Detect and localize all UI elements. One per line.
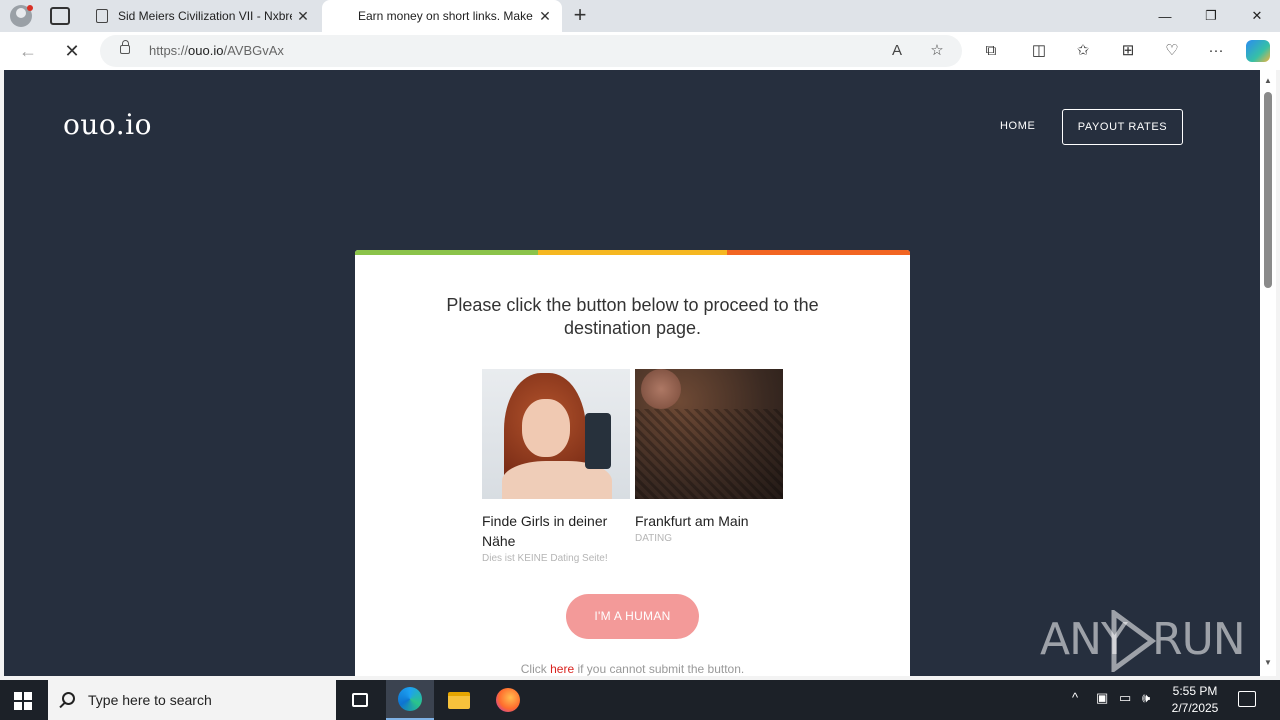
clock-time: 5:55 PM [1172, 684, 1218, 698]
browser-tabstrip: Sid Meiers Civilization VII - Nxbre ✕ Ea… [0, 0, 1280, 32]
nav-payout-rates-button[interactable]: PAYOUT RATES [1062, 109, 1183, 145]
minimize-icon[interactable]: — [1142, 0, 1188, 32]
url-text[interactable]: https://ouo.io/AVBGvAx [149, 43, 284, 58]
browser-essentials-icon[interactable]: ♡ [1161, 40, 1183, 62]
restore-icon[interactable]: ❐ [1188, 0, 1234, 32]
ad-tile[interactable]: Frankfurt am Main DATING [635, 369, 783, 544]
scroll-thumb[interactable] [1264, 92, 1272, 288]
stripe-green [355, 250, 538, 255]
scroll-up-icon[interactable]: ▲ [1264, 76, 1272, 85]
ad-tile[interactable]: Finde Girls in deiner Nähe Dies ist KEIN… [482, 369, 630, 564]
task-view-icon [352, 693, 368, 707]
clock-date: 2/7/2025 [1171, 701, 1219, 715]
stop-loading-icon[interactable]: ✕ [60, 39, 84, 63]
close-icon[interactable]: ✕ [292, 8, 314, 25]
tray-chevron-up-icon[interactable]: ^ [1072, 690, 1078, 705]
close-icon[interactable]: ✕ [534, 8, 556, 25]
taskbar-clock[interactable]: 5:55 PM 2/7/2025 [1166, 683, 1224, 717]
tray-device-icon[interactable]: ▣ [1096, 690, 1108, 706]
ad-subtitle: DATING [635, 533, 673, 544]
new-tab-icon[interactable]: + [570, 4, 590, 28]
ad-image[interactable] [482, 369, 630, 499]
extensions-icon[interactable]: ⧉ [980, 40, 1002, 62]
window-close-icon[interactable]: ✕ [1234, 0, 1280, 32]
stripe-yellow [538, 250, 727, 255]
ad-image[interactable] [635, 369, 783, 499]
page-icon [96, 9, 108, 23]
tab-civilization[interactable]: Sid Meiers Civilization VII - Nxbre ✕ [84, 0, 320, 32]
edge-icon [398, 687, 422, 711]
anyrun-watermark: ANY RUN [1040, 610, 1246, 672]
favorite-star-icon[interactable]: ☆ [926, 40, 948, 62]
play-logo-icon [1111, 610, 1156, 672]
tab-ouo-active[interactable]: Earn money on short links. Make ✕ [322, 0, 562, 32]
search-placeholder: Type here to search [88, 692, 212, 708]
folder-icon [448, 691, 470, 709]
notifications-icon[interactable] [1238, 691, 1256, 707]
task-view-button[interactable] [336, 680, 384, 720]
more-menu-icon[interactable]: ··· [1205, 40, 1227, 62]
split-screen-icon[interactable]: ◫ [1028, 40, 1050, 62]
collections-icon[interactable]: ⊞ [1117, 40, 1139, 62]
page-viewport: ouo.io HOME PAYOUT RATES Please click th… [4, 70, 1260, 676]
nav-home-link[interactable]: HOME [1000, 120, 1035, 132]
fallback-here-link[interactable]: here [550, 662, 574, 676]
tab-title: Earn money on short links. Make [358, 9, 533, 23]
ad-subtitle: Dies ist KEINE Dating Seite! [482, 553, 608, 564]
proceed-headline: Please click the button below to proceed… [446, 295, 819, 338]
firefox-button[interactable] [484, 680, 532, 720]
fallback-note: Click here if you cannot submit the butt… [520, 662, 745, 676]
read-aloud-icon[interactable]: A [886, 40, 908, 62]
favorites-icon[interactable]: ✩ [1072, 40, 1094, 62]
volume-icon[interactable]: 🕪 [1142, 690, 1150, 706]
stripe-orange [727, 250, 910, 255]
tab-title: Sid Meiers Civilization VII - Nxbre [118, 9, 292, 23]
proceed-card: Please click the button below to proceed… [355, 250, 910, 676]
copilot-icon[interactable] [1246, 40, 1270, 62]
page-scrollbar[interactable]: ▲ ▼ [1260, 70, 1276, 676]
lock-icon[interactable] [120, 40, 130, 54]
back-arrow-icon[interactable]: ← [16, 39, 40, 63]
im-a-human-button[interactable]: I'M A HUMAN [566, 594, 699, 639]
network-icon[interactable]: ▭ [1119, 690, 1131, 706]
tab-actions-icon[interactable] [50, 7, 70, 25]
taskbar-search[interactable]: Type here to search [48, 680, 336, 720]
edge-taskbar-button[interactable] [386, 680, 434, 720]
scroll-down-icon[interactable]: ▼ [1264, 658, 1272, 667]
notification-dot [27, 5, 33, 11]
file-explorer-button[interactable] [435, 680, 483, 720]
firefox-icon [496, 688, 520, 712]
windows-taskbar: Type here to search ^ ▣ ▭ 🕪 5:55 PM 2/7/… [0, 680, 1280, 720]
search-icon [62, 692, 75, 705]
site-logo[interactable]: ouo.io [63, 108, 152, 141]
address-bar[interactable]: https://ouo.io/AVBGvAx A ☆ [100, 35, 962, 67]
ad-title[interactable]: Finde Girls in deiner Nähe [482, 511, 630, 551]
ad-title[interactable]: Frankfurt am Main [635, 511, 783, 531]
windows-start-icon[interactable] [14, 692, 32, 710]
browser-toolbar: ← ✕ https://ouo.io/AVBGvAx A ☆ ⧉ ◫ ✩ ⊞ ♡… [0, 32, 1280, 70]
